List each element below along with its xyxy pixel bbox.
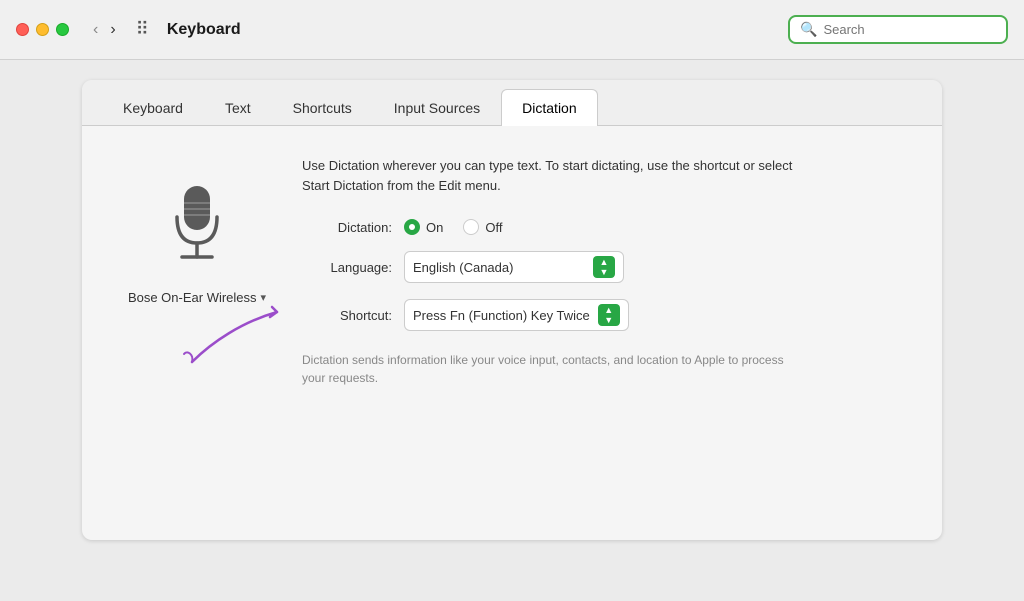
description-text: Use Dictation wherever you can type text…: [302, 156, 802, 195]
dictation-label: Dictation:: [302, 220, 392, 235]
dictation-off-radio[interactable]: [463, 219, 479, 235]
shortcut-stepper-icon: ▲ ▼: [598, 304, 620, 326]
dictation-radio-group: On Off: [404, 219, 502, 235]
microphone-icon: [157, 176, 237, 276]
search-box: 🔍: [788, 15, 1008, 44]
shortcut-value: Press Fn (Function) Key Twice: [413, 308, 590, 323]
language-label: Language:: [302, 260, 392, 275]
mic-section: Bose On-Ear Wireless ▾: [122, 156, 272, 387]
close-button[interactable]: [16, 23, 29, 36]
language-value: English (Canada): [413, 260, 585, 275]
tab-input-sources[interactable]: Input Sources: [373, 89, 501, 126]
tab-dictation[interactable]: Dictation: [501, 89, 597, 126]
language-dropdown[interactable]: English (Canada) ▲ ▼: [404, 251, 624, 283]
dictation-off-option[interactable]: Off: [463, 219, 502, 235]
search-input[interactable]: [823, 22, 996, 37]
tab-text[interactable]: Text: [204, 89, 272, 126]
traffic-lights: [16, 23, 69, 36]
tab-bar: Keyboard Text Shortcuts Input Sources Di…: [82, 80, 942, 126]
grid-icon[interactable]: ⠿: [136, 19, 149, 40]
settings-section: Use Dictation wherever you can type text…: [302, 156, 902, 387]
titlebar: ‹ › ⠿ Keyboard 🔍: [0, 0, 1024, 60]
footer-text: Dictation sends information like your vo…: [302, 351, 802, 387]
language-stepper-icon: ▲ ▼: [593, 256, 615, 278]
back-button[interactable]: ‹: [89, 19, 102, 41]
forward-button[interactable]: ›: [106, 19, 119, 41]
shortcut-dropdown[interactable]: Press Fn (Function) Key Twice ▲ ▼: [404, 299, 629, 331]
shortcut-label: Shortcut:: [302, 308, 392, 323]
on-label: On: [426, 220, 443, 235]
minimize-button[interactable]: [36, 23, 49, 36]
dictation-on-radio[interactable]: [404, 219, 420, 235]
dictation-on-option[interactable]: On: [404, 219, 443, 235]
settings-panel: Keyboard Text Shortcuts Input Sources Di…: [82, 80, 942, 540]
nav-arrows: ‹ ›: [89, 19, 120, 41]
tab-keyboard[interactable]: Keyboard: [102, 89, 204, 126]
panel-content: Bose On-Ear Wireless ▾ Use Dictation whe…: [82, 126, 942, 417]
window-title: Keyboard: [167, 21, 776, 39]
dictation-toggle-row: Dictation: On Off: [302, 219, 902, 235]
arrow-annotation: [182, 282, 312, 377]
off-label: Off: [485, 220, 502, 235]
zoom-button[interactable]: [56, 23, 69, 36]
shortcut-row: Shortcut: Press Fn (Function) Key Twice …: [302, 299, 902, 331]
main-content: Keyboard Text Shortcuts Input Sources Di…: [0, 60, 1024, 601]
tab-shortcuts[interactable]: Shortcuts: [272, 89, 373, 126]
search-icon: 🔍: [800, 21, 817, 38]
language-row: Language: English (Canada) ▲ ▼: [302, 251, 902, 283]
